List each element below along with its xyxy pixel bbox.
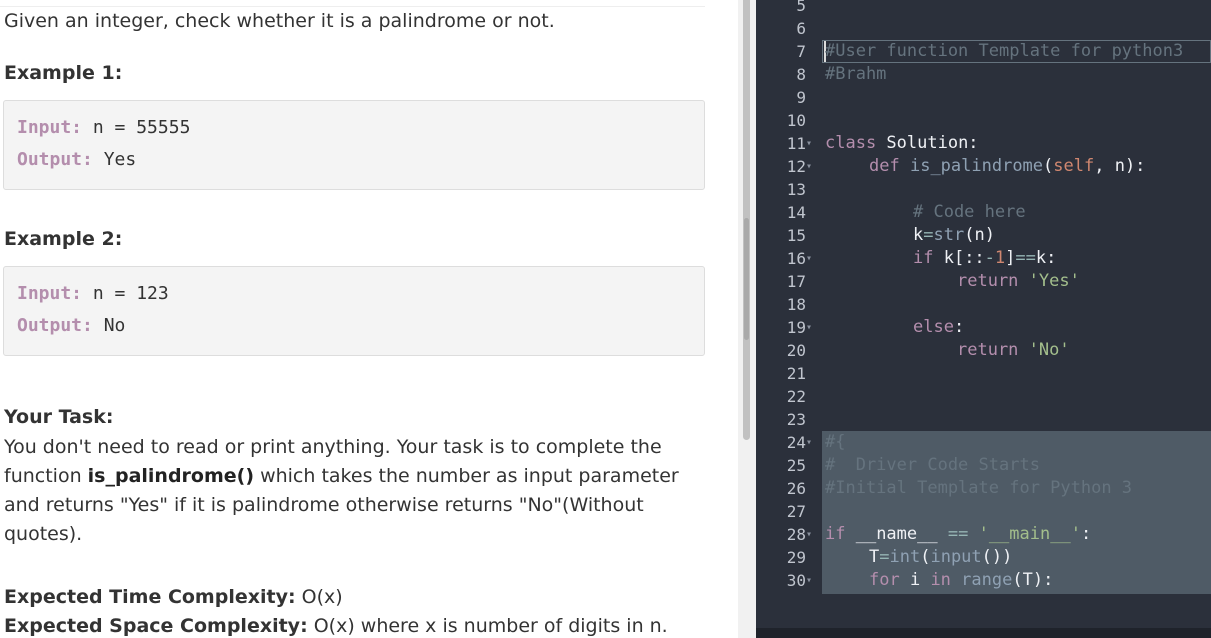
- line-number: 15: [786, 226, 806, 245]
- line-number: 26: [786, 479, 806, 498]
- line-number: 5: [796, 0, 806, 15]
- divider: [0, 6, 705, 7]
- code-line-29[interactable]: T=int(input()): [869, 546, 1012, 569]
- code-line-19[interactable]: else:: [913, 316, 964, 339]
- line-number: 25: [786, 456, 806, 475]
- example-1-box: Input: n = 55555 Output: Yes: [3, 100, 705, 190]
- code-line-20[interactable]: return 'No': [957, 339, 1070, 362]
- example-1-input-value: n = 55555: [82, 117, 191, 138]
- line-number: 20: [786, 341, 806, 360]
- code-line-11[interactable]: class Solution:: [825, 132, 979, 155]
- example-2-output-label: Output:: [17, 315, 93, 336]
- code-line-30[interactable]: for i in range(T):: [869, 569, 1053, 592]
- line-number: 7: [796, 42, 806, 61]
- code-line-28[interactable]: if __name__ == '__main__':: [825, 523, 1091, 546]
- example-1-output: Output: Yes: [17, 149, 136, 170]
- code-editor[interactable]: 5 6 7 8 9 10 11 ▾ 12 ▾ 13 14 15 16 ▾ 17 18 …: [756, 0, 1211, 638]
- code-line-17[interactable]: return 'Yes': [957, 270, 1080, 293]
- code-line-15[interactable]: k=str(n): [913, 224, 995, 247]
- time-complexity-value: O(x): [295, 586, 343, 608]
- example-2-output-value: No: [92, 315, 126, 336]
- problem-intro: Given an integer, check whether it is a …: [4, 10, 555, 32]
- space-complexity-label: Expected Space Complexity:: [4, 615, 308, 637]
- code-line-16[interactable]: if k[::-1]==k:: [913, 247, 1056, 270]
- splitter-handle[interactable]: [744, 218, 749, 340]
- time-complexity-label: Expected Time Complexity:: [4, 586, 296, 608]
- code-line-7[interactable]: #User function Template for python3: [825, 40, 1183, 63]
- line-number: 22: [786, 387, 806, 406]
- line-number: 12 ▾: [786, 155, 813, 178]
- code-line-14[interactable]: # Code here: [913, 201, 1026, 224]
- your-task-text: You don't need to read or print anything…: [4, 433, 704, 549]
- code-line-26[interactable]: #Initial Template for Python 3: [825, 477, 1132, 500]
- fold-arrow-icon[interactable]: ▾: [806, 132, 812, 155]
- fold-arrow-icon[interactable]: ▾: [806, 155, 812, 178]
- fold-arrow-icon[interactable]: ▾: [806, 431, 812, 454]
- line-number: 11 ▾: [786, 132, 813, 155]
- expected-space-complexity: Expected Space Complexity: O(x) where x …: [4, 615, 668, 637]
- line-number: 29: [786, 548, 806, 567]
- line-number: 30 ▾: [786, 569, 813, 592]
- line-number: 8: [796, 65, 806, 84]
- line-number: 27: [786, 502, 806, 521]
- line-number: 17: [786, 272, 806, 291]
- editor-bottom-bar: [756, 628, 1211, 638]
- example-1-heading: Example 1:: [4, 62, 123, 84]
- example-1-input-label: Input:: [17, 117, 83, 138]
- code-line-24[interactable]: #{: [825, 431, 845, 454]
- fold-arrow-icon[interactable]: ▾: [806, 247, 812, 270]
- line-number: 6: [796, 19, 806, 38]
- fold-arrow-icon[interactable]: ▾: [806, 523, 812, 546]
- example-1-output-value: Yes: [92, 149, 137, 170]
- line-number: 16 ▾: [786, 247, 813, 270]
- line-number: 21: [786, 364, 806, 383]
- task-function-name: is_palindrome(): [87, 465, 255, 487]
- space-complexity-value: O(x) where x is number of digits in n.: [307, 615, 668, 637]
- fold-arrow-icon[interactable]: ▾: [806, 569, 812, 592]
- line-number: 19 ▾: [786, 316, 813, 339]
- example-2-heading: Example 2:: [4, 228, 123, 250]
- line-number: 9: [796, 88, 806, 107]
- line-number: 13: [786, 180, 806, 199]
- example-2-box: Input: n = 123 Output: No: [3, 266, 705, 356]
- example-1-output-label: Output:: [17, 149, 93, 170]
- your-task-heading: Your Task:: [4, 406, 114, 428]
- line-number: 28 ▾: [786, 523, 813, 546]
- line-number: 18: [786, 295, 806, 314]
- line-number: 10: [786, 111, 806, 130]
- line-number: 23: [786, 410, 806, 429]
- example-2-input: Input: n = 123: [17, 283, 169, 304]
- example-2-output: Output: No: [17, 315, 125, 336]
- example-1-input: Input: n = 55555: [17, 117, 190, 138]
- code-line-25[interactable]: # Driver Code Starts: [825, 454, 1040, 477]
- problem-statement-pane: Given an integer, check whether it is a …: [0, 0, 738, 638]
- line-number: 24 ▾: [786, 431, 813, 454]
- code-line-8[interactable]: #Brahm: [825, 63, 886, 86]
- fold-arrow-icon[interactable]: ▾: [806, 316, 812, 339]
- code-line-12[interactable]: def is_palindrome(self, n):: [869, 155, 1145, 178]
- expected-time-complexity: Expected Time Complexity: O(x): [4, 586, 343, 608]
- line-number: 14: [786, 203, 806, 222]
- example-2-input-label: Input:: [17, 283, 83, 304]
- example-2-input-value: n = 123: [82, 283, 169, 304]
